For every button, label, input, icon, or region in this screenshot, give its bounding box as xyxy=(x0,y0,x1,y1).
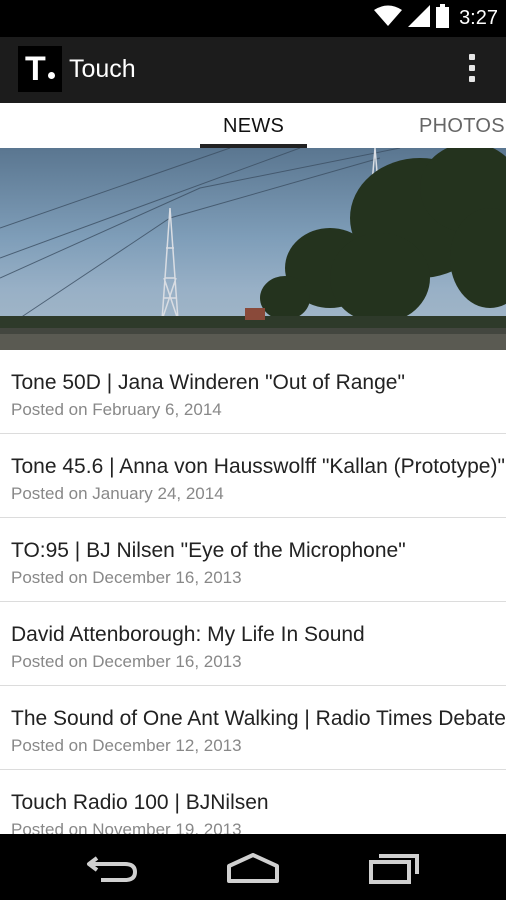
battery-icon xyxy=(436,4,450,33)
news-date: Posted on December 16, 2013 xyxy=(11,652,242,671)
app-logo[interactable]: T xyxy=(18,46,62,92)
news-list[interactable]: Tone 50D | Jana Winderen "Out of Range" … xyxy=(0,350,506,834)
status-icons: 3:27 xyxy=(374,4,498,33)
tab-photos[interactable]: PHOTOS xyxy=(419,115,505,138)
list-item[interactable]: Touch Radio 100 | BJNilsen Posted on Nov… xyxy=(0,770,506,834)
status-time: 3:27 xyxy=(459,7,498,29)
news-title: Tone 45.6 | Anna von Hausswolff "Kallan … xyxy=(11,455,505,478)
home-icon[interactable] xyxy=(223,850,283,884)
news-date: Posted on January 24, 2014 xyxy=(11,484,224,503)
back-icon[interactable] xyxy=(83,850,143,884)
news-date: Posted on November 19, 2013 xyxy=(11,820,242,834)
news-title: The Sound of One Ant Walking | Radio Tim… xyxy=(11,707,506,730)
hero-image[interactable] xyxy=(0,148,506,350)
list-item[interactable]: The Sound of One Ant Walking | Radio Tim… xyxy=(0,686,506,770)
status-bar: 3:27 xyxy=(0,0,506,37)
cell-signal-icon xyxy=(408,5,431,32)
overflow-menu-icon[interactable] xyxy=(466,54,478,86)
list-item[interactable]: David Attenborough: My Life In Sound Pos… xyxy=(0,602,506,686)
news-date: Posted on December 12, 2013 xyxy=(11,736,242,755)
tab-news[interactable]: NEWS xyxy=(223,115,284,138)
list-item[interactable]: Tone 45.6 | Anna von Hausswolff "Kallan … xyxy=(0,434,506,518)
logo-letter: T xyxy=(25,50,46,88)
logo-dot xyxy=(47,72,55,79)
news-title: David Attenborough: My Life In Sound xyxy=(11,623,365,646)
tab-strip: NEWS PHOTOS xyxy=(0,103,506,149)
hero-landscape xyxy=(0,148,506,350)
news-title: TO:95 | BJ Nilsen "Eye of the Microphone… xyxy=(11,539,406,562)
wifi-icon xyxy=(374,5,403,32)
action-bar: T Touch xyxy=(0,37,506,103)
news-date: Posted on December 16, 2013 xyxy=(11,568,242,587)
news-title: Tone 50D | Jana Winderen "Out of Range" xyxy=(11,371,405,394)
nav-bar xyxy=(0,834,506,900)
list-item[interactable]: Tone 50D | Jana Winderen "Out of Range" … xyxy=(0,350,506,434)
recent-apps-icon[interactable] xyxy=(365,850,425,884)
list-item[interactable]: TO:95 | BJ Nilsen "Eye of the Microphone… xyxy=(0,518,506,602)
news-date: Posted on February 6, 2014 xyxy=(11,400,222,419)
app-title: Touch xyxy=(69,55,136,83)
news-title: Touch Radio 100 | BJNilsen xyxy=(11,791,269,814)
